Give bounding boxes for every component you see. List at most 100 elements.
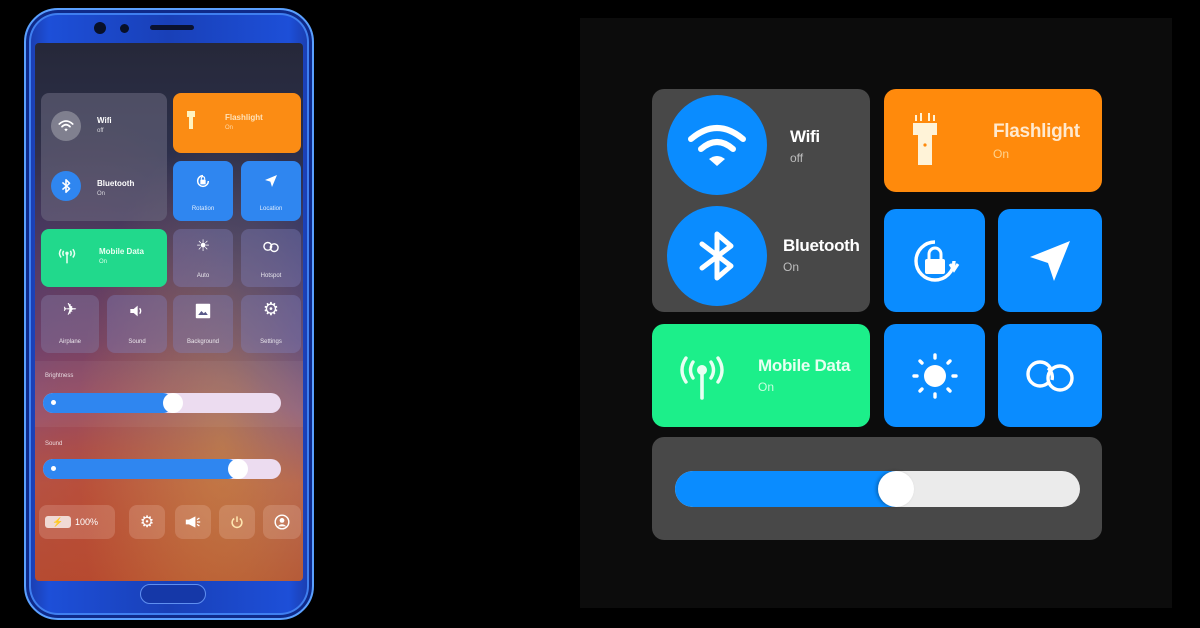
connectivity-group: Wifi off Bluetooth On	[652, 89, 870, 312]
flashlight-label: Flashlight	[993, 121, 1080, 142]
bluetooth-toggle[interactable]	[51, 171, 81, 201]
announce-button[interactable]	[175, 505, 211, 539]
level-slider[interactable]	[675, 471, 1080, 507]
wifi-icon	[688, 125, 746, 166]
flashlight-status: On	[993, 147, 1010, 161]
flashlight-tile[interactable]: Flashlight On	[884, 89, 1102, 192]
antenna-icon	[680, 356, 724, 400]
sound-section: Sound	[35, 433, 303, 495]
power-button[interactable]	[219, 505, 255, 539]
bluetooth-icon	[699, 231, 734, 281]
slider-fill	[675, 471, 896, 507]
flashlight-icon	[187, 111, 195, 129]
wifi-icon	[58, 120, 74, 132]
wifi-label: Wifi	[97, 116, 112, 125]
phone-screen: Wifi off Bluetooth On Flashlight On Rota…	[35, 43, 303, 581]
sound-tile[interactable]: Sound	[107, 295, 167, 353]
location-tile[interactable]	[998, 209, 1102, 312]
settings-tile[interactable]: ⚙ Settings	[241, 295, 301, 353]
battery-percent: 100%	[75, 517, 99, 527]
image-icon	[195, 303, 211, 319]
stage: Wifi off Bluetooth On Flashlight On Rota…	[0, 0, 1200, 628]
megaphone-icon	[185, 516, 201, 528]
location-label: Location	[259, 206, 283, 212]
battery-charging-icon: ⚡	[45, 516, 71, 528]
front-camera	[94, 22, 106, 34]
sound-slider[interactable]	[43, 459, 281, 479]
airplane-icon: ✈	[62, 300, 78, 319]
auto-brightness-tile[interactable]: ☀ Auto	[173, 229, 233, 287]
slider-tile	[652, 437, 1102, 540]
rotation-label: Rotation	[191, 206, 215, 212]
settings-label: Settings	[260, 339, 282, 345]
background-label: Background	[186, 339, 220, 345]
link-icon	[1026, 359, 1074, 392]
brightness-icon	[51, 400, 56, 405]
mobile-data-status: On	[99, 259, 108, 265]
speaker-icon	[130, 305, 142, 317]
phone-mockup: Wifi off Bluetooth On Flashlight On Rota…	[24, 8, 314, 620]
hotspot-tile[interactable]	[998, 324, 1102, 427]
control-panel-preview: Wifi off Bluetooth On Flashlight On Mobi…	[580, 18, 1172, 608]
rotation-lock-icon	[913, 239, 959, 282]
user-button[interactable]	[263, 505, 301, 539]
wifi-label: Wifi	[790, 127, 820, 146]
bluetooth-status: On	[97, 191, 106, 197]
mobile-data-label: Mobile Data	[99, 247, 144, 256]
bluetooth-label: Bluetooth	[783, 236, 860, 255]
sun-icon: ☀	[195, 238, 211, 255]
location-arrow-icon	[1030, 240, 1070, 281]
airplane-tile[interactable]: ✈ Airplane	[41, 295, 99, 353]
earpiece-speaker	[150, 25, 194, 30]
gear-icon: ⚙	[262, 299, 280, 319]
brightness-fill	[43, 393, 173, 413]
mobile-data-tile[interactable]: Mobile Data On	[41, 229, 167, 287]
auto-label: Auto	[196, 273, 210, 279]
battery-pill: ⚡ 100%	[39, 505, 115, 539]
airplane-label: Airplane	[58, 339, 81, 345]
brightness-knob[interactable]	[162, 393, 183, 413]
brightness-label: Brightness	[45, 373, 74, 379]
mobile-data-tile[interactable]: Mobile Data On	[652, 324, 870, 427]
link-icon	[263, 241, 279, 253]
wifi-toggle[interactable]	[667, 95, 767, 195]
bluetooth-toggle[interactable]	[667, 206, 767, 306]
flashlight-label: Flashlight	[225, 113, 263, 122]
power-icon	[231, 516, 243, 529]
flashlight-status: On	[225, 125, 234, 131]
hotspot-label: Hotspot	[260, 273, 282, 279]
speaker-small-icon	[51, 466, 56, 471]
sun-icon	[911, 352, 958, 399]
bluetooth-status: On	[783, 260, 800, 274]
sensor	[120, 24, 129, 33]
brightness-tile[interactable]	[884, 324, 985, 427]
home-button[interactable]	[140, 584, 206, 604]
sound-label: Sound	[128, 339, 146, 345]
bluetooth-label: Bluetooth	[97, 179, 135, 188]
sound-fill	[43, 459, 239, 479]
mobile-data-label: Mobile Data	[758, 356, 851, 375]
background-tile[interactable]: Background	[173, 295, 233, 353]
brightness-section: Brightness	[35, 361, 303, 427]
flashlight-icon	[913, 113, 937, 165]
settings-button[interactable]: ⚙	[129, 505, 165, 539]
flashlight-tile[interactable]: Flashlight On	[173, 93, 301, 153]
user-icon	[274, 514, 290, 530]
rotation-lock-icon	[196, 174, 210, 188]
rotation-tile[interactable]: Rotation	[173, 161, 233, 221]
brightness-slider[interactable]	[43, 393, 281, 413]
location-arrow-icon	[265, 175, 277, 187]
antenna-icon	[58, 248, 76, 264]
mobile-data-status: On	[758, 380, 775, 394]
location-tile[interactable]: Location	[241, 161, 301, 221]
gear-icon: ⚙	[139, 514, 155, 531]
slider-knob[interactable]	[877, 471, 914, 507]
sound-knob[interactable]	[228, 459, 249, 479]
hotspot-tile[interactable]: Hotspot	[241, 229, 301, 287]
connectivity-group: Wifi off Bluetooth On	[41, 93, 167, 221]
sound-slider-label: Sound	[45, 441, 63, 447]
bluetooth-icon	[61, 178, 71, 194]
wifi-toggle[interactable]	[51, 111, 81, 141]
rotation-lock-tile[interactable]	[884, 209, 985, 312]
wifi-status: off	[97, 128, 104, 134]
